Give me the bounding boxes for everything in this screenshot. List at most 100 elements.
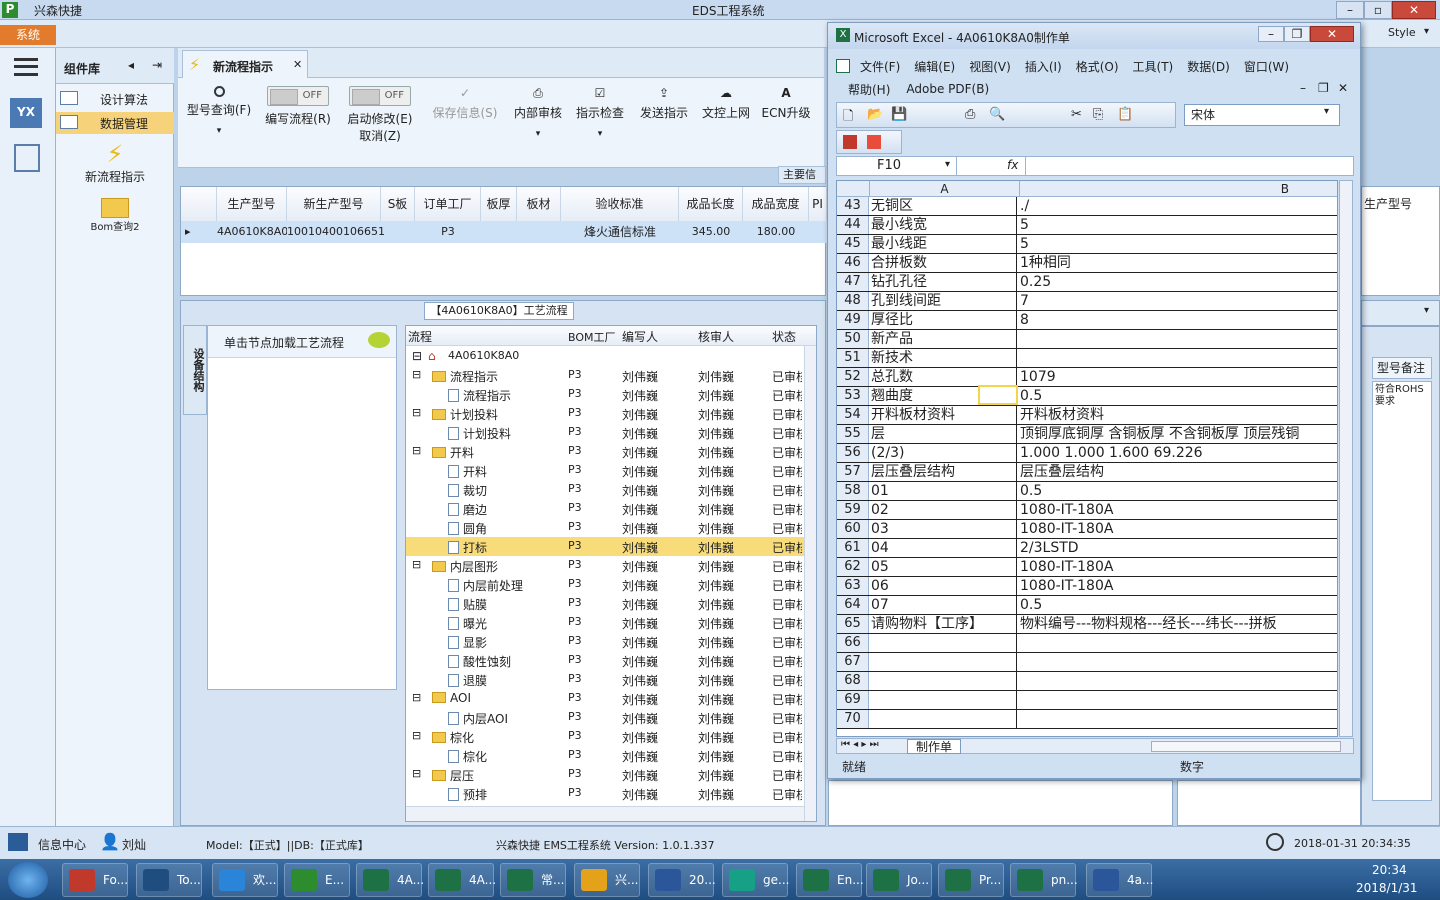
collapse-icon[interactable]: ⊟ — [412, 368, 421, 381]
tree-row[interactable]: ⊟流程指示P3刘伟巍刘伟巍已审核 — [406, 366, 816, 385]
tree-header[interactable]: 状态 — [772, 328, 796, 345]
cell-a[interactable] — [871, 691, 1017, 709]
sheet-row[interactable]: 52 总孔数 1079 — [837, 368, 1337, 387]
cell-b[interactable]: 1080-IT-180A — [1020, 577, 1337, 595]
cell-a[interactable]: 04 — [871, 539, 1017, 557]
row-number[interactable]: 65 — [837, 615, 869, 633]
taskbar-button[interactable]: pn... — [1010, 863, 1078, 897]
excel-close-button[interactable]: ✕ — [1310, 26, 1354, 42]
equipment-structure-tab[interactable]: 设备结构 — [183, 325, 207, 415]
cell-a[interactable] — [871, 710, 1017, 728]
cell-b[interactable] — [1020, 672, 1337, 690]
enable-modify-toggle[interactable]: OFF 启动修改(E) 取消(Z) — [344, 86, 416, 144]
grid-header[interactable]: S板 — [381, 187, 415, 221]
taskbar-button[interactable]: 欢... — [212, 863, 278, 897]
internal-review-button[interactable]: ⎙ 内部审核 ▾ — [510, 86, 566, 139]
sheet-row[interactable]: 57 层压叠层结构 层压叠层结构 — [837, 463, 1337, 482]
formula-input[interactable] — [1025, 157, 1355, 175]
tab-close-icon[interactable]: ✕ — [293, 58, 302, 71]
chevron-down-icon[interactable]: ▾ — [1424, 305, 1429, 316]
font-name-select[interactable]: 宋体 — [1184, 104, 1340, 126]
sheet-row[interactable]: 46 合拼板数 1种相同 — [837, 254, 1337, 273]
cell-b[interactable] — [1020, 634, 1337, 652]
start-button[interactable] — [8, 862, 48, 898]
pin-icon[interactable]: ⇥ — [152, 58, 162, 72]
grid-header[interactable]: 订单工厂 — [415, 187, 481, 221]
tree-row[interactable]: 计划投料P3刘伟巍刘伟巍已审核 — [406, 423, 816, 442]
yx-module-icon[interactable]: YX — [10, 98, 42, 128]
row-number[interactable]: 45 — [837, 235, 869, 253]
horizontal-scrollbar[interactable] — [406, 806, 804, 821]
row-number[interactable]: 43 — [837, 197, 869, 215]
tree-row[interactable]: ⊟计划投料P3刘伟巍刘伟巍已审核 — [406, 404, 816, 423]
sheet-row[interactable]: 48 孔到线间距 7 — [837, 292, 1337, 311]
grid-header[interactable]: 生产型号 — [217, 187, 287, 221]
tool-bom-query[interactable]: Bom查询2 — [56, 198, 174, 242]
sheet-nav-icon[interactable]: ⏮ ◂ ▸ ⏭ — [841, 739, 879, 750]
cell-b[interactable]: 2/3LSTD — [1020, 539, 1337, 557]
excel-doc-minimize[interactable]: – — [1300, 81, 1306, 95]
tree-row[interactable]: 内层AOIP3刘伟巍刘伟巍已审核 — [406, 708, 816, 727]
row-number[interactable]: 57 — [837, 463, 869, 481]
cell-b[interactable]: 1种相同 — [1020, 254, 1337, 272]
row-number[interactable]: 64 — [837, 596, 869, 614]
tree-row[interactable]: 棕化P3刘伟巍刘伟巍已审核 — [406, 746, 816, 765]
row-number[interactable]: 52 — [837, 368, 869, 386]
row-number[interactable]: 63 — [837, 577, 869, 595]
grid-header[interactable]: 成品宽度 — [743, 187, 809, 221]
row-number[interactable]: 48 — [837, 292, 869, 310]
cell-b[interactable] — [1020, 691, 1337, 709]
row-number[interactable]: 49 — [837, 311, 869, 329]
tree-row[interactable]: 贴膜P3刘伟巍刘伟巍已审核 — [406, 594, 816, 613]
tree-row[interactable]: 预排P3刘伟巍刘伟巍已审核 — [406, 784, 816, 803]
taskbar-button[interactable]: 20... — [648, 863, 716, 897]
taskbar-button[interactable]: Jo... — [866, 863, 932, 897]
cut-icon[interactable]: ✂ — [1071, 107, 1082, 122]
cell-a[interactable]: 开料板材资料 — [871, 406, 1017, 424]
tree-row[interactable]: ⊟内层图形P3刘伟巍刘伟巍已审核 — [406, 556, 816, 575]
tree-root-row[interactable]: ⊟ ⌂ 4A0610K8A0 — [406, 347, 816, 366]
chevron-down-icon[interactable]: ▾ — [1324, 106, 1329, 117]
send-indication-button[interactable]: ⇪ 发送指示 — [636, 86, 692, 121]
open-folder-icon[interactable]: 📂 — [867, 107, 883, 122]
grid-apps-icon[interactable] — [8, 833, 28, 851]
sheet-row[interactable]: 50 新产品 — [837, 330, 1337, 349]
cell-a[interactable]: 总孔数 — [871, 368, 1017, 386]
complib-item-data-management[interactable]: 数据管理 — [56, 112, 174, 134]
sheet-row[interactable]: 55 层顶铜厚底铜厚 含铜板厚 不含铜板厚 顶层残铜 — [837, 425, 1337, 444]
edit-flow-toggle[interactable]: OFF 编写流程(R) — [262, 86, 334, 127]
fx-icon[interactable]: fx — [1007, 158, 1018, 172]
cell-b[interactable]: 0.5 — [1020, 596, 1337, 614]
menu-icon[interactable] — [14, 58, 38, 76]
tree-row[interactable]: 流程指示P3刘伟巍刘伟巍已审核 — [406, 385, 816, 404]
excel-sheet-grid[interactable]: A B 43 无铜区 ./44 最小线宽 5 45 最小线距 5 46 合拼板数 1种相同 47 钻孔孔… — [836, 180, 1338, 737]
cell-b[interactable]: 1.000 1.000 1.600 69.226 — [1020, 444, 1337, 462]
complib-item-design-algorithm[interactable]: 设计算法 — [56, 88, 174, 110]
cell-a[interactable]: 06 — [871, 577, 1017, 595]
info-center-link[interactable]: 信息中心 — [38, 836, 86, 853]
cell-b[interactable]: 1080-IT-180A — [1020, 520, 1337, 538]
print-icon[interactable]: ⎙ — [965, 107, 975, 122]
row-number[interactable]: 69 — [837, 691, 869, 709]
cell-b[interactable] — [1020, 349, 1337, 367]
collapse-icon[interactable]: ⊟ — [412, 444, 421, 457]
cell-a[interactable]: (2/3) — [871, 444, 1017, 462]
tree-row[interactable]: 打标P3刘伟巍刘伟巍已审核 — [406, 537, 816, 556]
cell-a[interactable]: 层 — [871, 425, 1017, 443]
excel-menu-data[interactable]: 数据(D) — [1187, 58, 1230, 75]
cell-b[interactable]: 0.5 — [1020, 387, 1337, 405]
sheet-row[interactable]: 66 — [837, 634, 1337, 653]
cell-b[interactable]: 5 — [1020, 216, 1337, 234]
cell-b[interactable]: 0.25 — [1020, 273, 1337, 291]
excel-menu-help[interactable]: 帮助(H) — [848, 81, 890, 98]
taskbar-button[interactable]: E... — [284, 863, 350, 897]
excel-menu-format[interactable]: 格式(O) — [1076, 58, 1119, 75]
system-menu-button[interactable]: 系统 — [0, 25, 56, 45]
sheet-tab[interactable]: 制作单 — [907, 739, 961, 754]
taskbar-button[interactable]: 4A... — [428, 863, 496, 897]
vertical-scrollbar[interactable] — [804, 346, 816, 821]
excel-minimize-button[interactable]: – — [1258, 26, 1284, 42]
tree-row[interactable]: 酸性蚀刻P3刘伟巍刘伟巍已审核 — [406, 651, 816, 670]
cell-b[interactable]: ./ — [1020, 197, 1337, 215]
sheet-row[interactable]: 45 最小线距 5 — [837, 235, 1337, 254]
